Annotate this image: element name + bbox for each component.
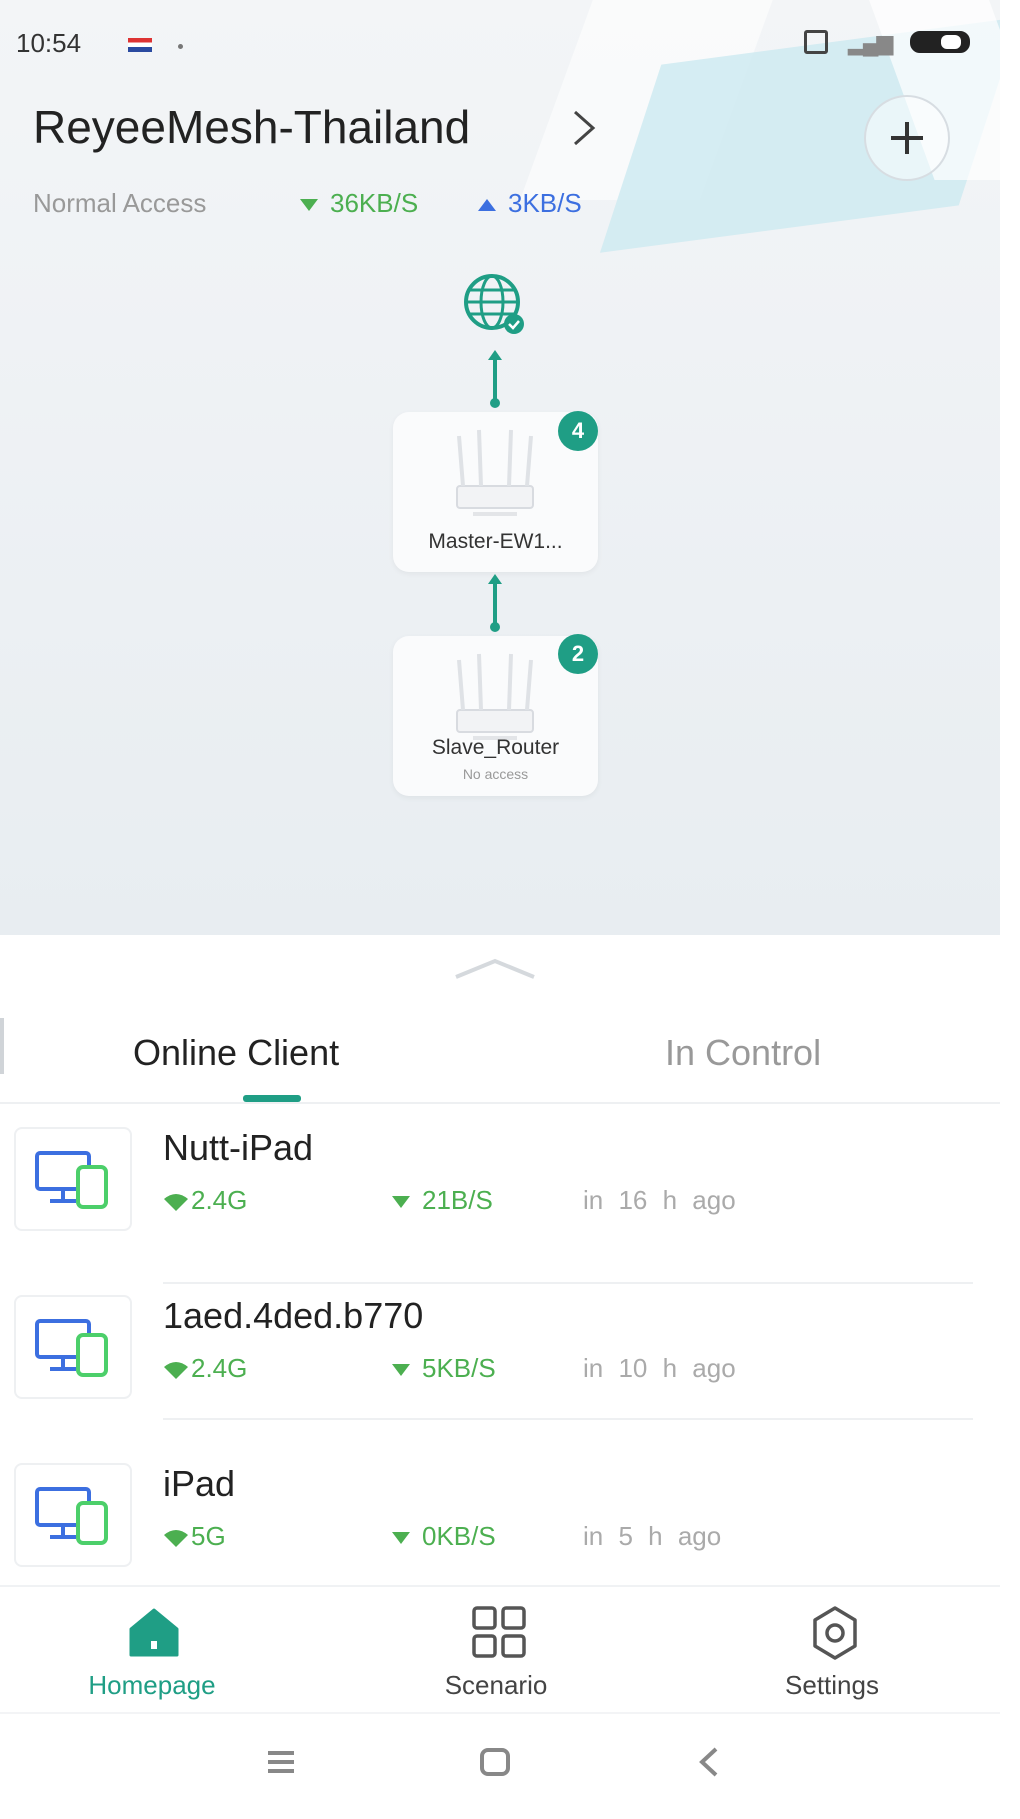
device-name: Master-EW1...: [428, 530, 563, 553]
sheet-handle-icon[interactable]: [452, 955, 538, 981]
client-rate-value: 21B/S: [422, 1185, 493, 1215]
status-bar: 10:54 ▂▄▆: [0, 0, 1000, 90]
sim-icon: [804, 30, 828, 54]
multi-device-icon: [35, 1319, 108, 1377]
access-status: Normal Access: [33, 188, 207, 218]
nav-label: Homepage: [88, 1670, 216, 1700]
download-rate-value: 36KB/S: [330, 188, 419, 218]
client-rate: 0KB/S: [392, 1521, 496, 1552]
client-rate: 5KB/S: [392, 1353, 496, 1384]
client-device-icon-box: [14, 1127, 132, 1231]
gear-icon: [813, 1606, 857, 1660]
client-band-value: 2.4G: [191, 1353, 248, 1383]
recents-icon[interactable]: [264, 1745, 298, 1779]
client-online-time: in 10 h ago: [583, 1353, 736, 1383]
nav-label: Settings: [785, 1670, 879, 1700]
status-time: 10:54: [16, 28, 82, 58]
nav-scenario[interactable]: Scenario: [366, 1587, 626, 1717]
tab-divider: [0, 1102, 1000, 1104]
router-icon: [456, 653, 534, 740]
client-rate: 21B/S: [392, 1185, 493, 1216]
internet-globe-icon[interactable]: [460, 270, 530, 340]
upload-rate-value: 3KB/S: [508, 188, 582, 218]
network-title[interactable]: ReyeeMesh-Thailand: [33, 100, 470, 154]
wifi-icon: [164, 1194, 188, 1212]
grid-icon: [472, 1606, 526, 1658]
tab-in-control[interactable]: In Control: [665, 1032, 821, 1074]
client-band: 5G: [163, 1521, 226, 1552]
client-device-icon-box: [14, 1295, 132, 1399]
battery-icon: [910, 31, 970, 53]
client-count-badge: 4: [558, 411, 598, 451]
upload-arrow-icon: [478, 199, 496, 212]
router-icon: [456, 429, 534, 516]
client-row[interactable]: Nutt-iPad 2.4G 21B/S in 16 h ago: [0, 1127, 1000, 1295]
download-arrow-icon: [392, 1532, 410, 1545]
divider: [0, 1712, 1000, 1714]
nav-homepage[interactable]: Homepage: [22, 1587, 282, 1717]
system-nav-bar: [0, 1715, 1000, 1819]
client-count-badge: 2: [558, 634, 598, 674]
dot-icon: [178, 44, 183, 49]
client-name: 1aed.4ded.b770: [163, 1295, 424, 1336]
download-rate: 36KB/S: [300, 188, 418, 219]
chevron-right-icon[interactable]: [565, 108, 605, 148]
client-name: Nutt-iPad: [163, 1127, 314, 1168]
client-band: 2.4G: [163, 1353, 247, 1384]
download-arrow-icon: [392, 1364, 410, 1377]
upload-rate: 3KB/S: [478, 188, 582, 219]
back-icon[interactable]: [692, 1745, 726, 1779]
tab-online-client[interactable]: Online Client: [133, 1032, 339, 1074]
download-arrow-icon: [300, 199, 318, 212]
client-rate-value: 5KB/S: [422, 1353, 496, 1383]
client-device-icon-box: [14, 1463, 132, 1567]
mesh-link-line: [488, 574, 502, 632]
device-status: No access: [462, 766, 529, 782]
client-online-time: in 16 h ago: [583, 1185, 736, 1215]
download-arrow-icon: [392, 1196, 410, 1209]
active-tab-indicator: [243, 1095, 301, 1102]
client-row[interactable]: 1aed.4ded.b770 2.4G 5KB/S in 10 h ago: [0, 1295, 1000, 1463]
right-gutter: [1000, 0, 1020, 1819]
wifi-icon: [164, 1530, 188, 1548]
nav-settings[interactable]: Settings: [702, 1587, 962, 1717]
add-device-button[interactable]: [864, 95, 950, 181]
client-band-value: 5G: [191, 1521, 226, 1551]
client-band: 2.4G: [163, 1185, 247, 1216]
topology-panel: 10:54 ▂▄▆ ReyeeMesh-Thailand Normal Acce…: [0, 0, 1000, 935]
wifi-icon: [164, 1362, 188, 1380]
client-rate-value: 0KB/S: [422, 1521, 496, 1551]
nav-label: Scenario: [444, 1670, 548, 1700]
client-online-time: in 5 h ago: [583, 1521, 722, 1551]
row-divider: [163, 1282, 973, 1284]
row-divider: [163, 1418, 973, 1420]
client-name: iPad: [163, 1463, 236, 1504]
multi-device-icon: [35, 1487, 108, 1545]
flag-icon: [128, 38, 152, 52]
client-band-value: 2.4G: [191, 1185, 248, 1215]
uplink-line: [488, 350, 502, 408]
home-icon: [129, 1608, 179, 1657]
plus-icon: [891, 122, 923, 154]
device-name: Slave_Router: [431, 736, 560, 759]
signal-icon: ▂▄▆: [848, 30, 893, 55]
bottom-nav: Homepage Scenario Settings: [0, 1585, 1000, 1717]
home-square-icon[interactable]: [478, 1745, 512, 1779]
multi-device-icon: [35, 1151, 108, 1209]
edge-marker: [0, 1018, 4, 1074]
